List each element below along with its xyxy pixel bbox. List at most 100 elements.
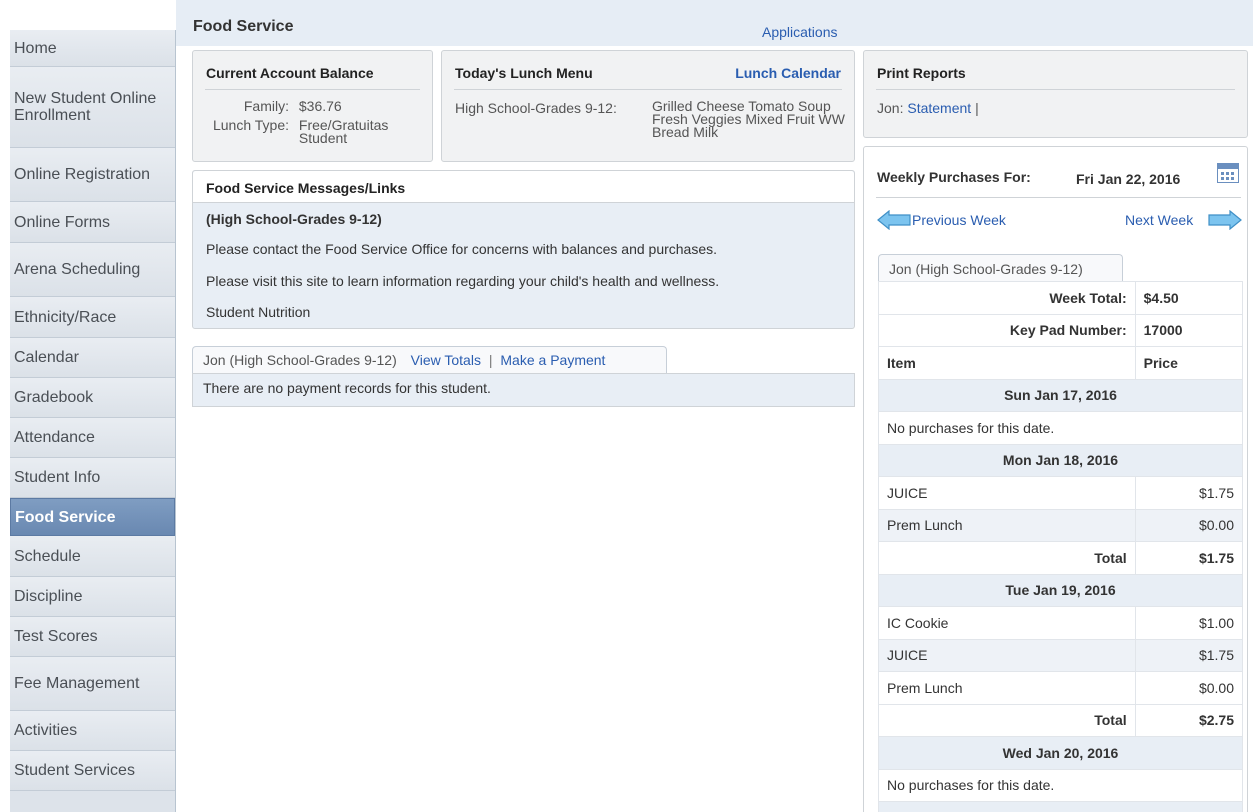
purchase-date: Tue Jan 19, 2016	[878, 573, 1243, 607]
lunch-calendar-link[interactable]: Lunch Calendar	[735, 65, 841, 81]
account-balance-panel: Current Account Balance Family: $36.76 L…	[192, 50, 433, 162]
make-payment-link[interactable]: Make a Payment	[500, 352, 605, 368]
sidebar-item-activities[interactable]: Activities	[10, 711, 175, 751]
date-row: Thu Jan 21, 2016	[878, 801, 1243, 812]
sidebar-item-label: Fee Management	[14, 675, 140, 692]
item-price: $0.00	[1134, 508, 1244, 542]
item-name: JUICE	[878, 476, 1136, 510]
week-total-row: Week Total: $4.50	[878, 281, 1244, 315]
sidebar-item-attendance[interactable]: Attendance	[10, 418, 175, 458]
item-price: $0.00	[1134, 671, 1244, 705]
week-total-value: $4.50	[1134, 281, 1244, 315]
date-row: Tue Jan 19, 2016	[878, 573, 1243, 607]
messages-grade: (High School-Grades 9-12)	[206, 211, 382, 227]
sidebar-item-label: Online Forms	[14, 213, 111, 231]
purchases-header-row: Item Price	[878, 346, 1244, 380]
calendar-icon[interactable]	[1217, 163, 1239, 183]
sidebar-item-online-forms[interactable]: Online Forms	[10, 202, 175, 243]
print-reports-line: Jon: Statement |	[877, 100, 979, 116]
sidebar-item-ethnicity-race[interactable]: Ethnicity/Race	[10, 297, 175, 338]
sidebar-item-gradebook[interactable]: Gradebook	[10, 378, 175, 418]
lunch-grade: High School-Grades 9-12:	[455, 100, 617, 116]
sidebar-item-online-registration[interactable]: Online Registration	[10, 148, 175, 202]
sidebar-nav: Home New Student Online Enrollment Online …	[10, 30, 176, 812]
item-price: $1.75	[1134, 638, 1244, 672]
no-payment-records: There are no payment records for this st…	[192, 373, 855, 407]
no-purchases-text: No purchases for this date.	[878, 411, 1243, 445]
sidebar-item-label: Gradebook	[14, 389, 94, 406]
date-row: Mon Jan 18, 2016	[878, 443, 1243, 477]
purchase-date: Sun Jan 17, 2016	[878, 378, 1243, 412]
next-week-arrow-icon[interactable]	[1208, 210, 1242, 230]
day-total-label: Total	[878, 703, 1136, 737]
week-total-label: Week Total:	[878, 281, 1136, 315]
day-total-row: Total $2.75	[878, 703, 1244, 737]
keypad-label: Key Pad Number:	[878, 313, 1136, 347]
table-row: Prem Lunch $0.00	[878, 671, 1244, 705]
family-label: Family:	[243, 98, 289, 114]
applications-link[interactable]: Applications	[762, 24, 838, 40]
next-week-link[interactable]: Next Week	[1125, 212, 1193, 228]
sidebar-item-calendar[interactable]: Calendar	[10, 338, 175, 378]
separator: |	[975, 100, 979, 116]
table-row: JUICE $1.75	[878, 476, 1244, 510]
message-line: Please visit this site to learn informat…	[206, 273, 720, 289]
date-row: Sun Jan 17, 2016	[878, 378, 1243, 412]
sidebar-item-label: Activities	[14, 722, 78, 739]
student-tab-name: Jon (High School-Grades 9-12)	[203, 352, 397, 368]
student-tab[interactable]: Jon (High School-Grades 9-12) View Total…	[192, 346, 667, 373]
sidebar-item-fee-management[interactable]: Fee Management	[10, 657, 175, 711]
top-bar	[176, 0, 1253, 46]
divider	[876, 197, 1241, 198]
no-purchases-text: No purchases for this date.	[878, 768, 1243, 802]
column-header-item: Item	[878, 346, 1136, 380]
date-row: Wed Jan 20, 2016	[878, 736, 1243, 770]
keypad-value: 17000	[1134, 313, 1244, 347]
sidebar-item-student-info[interactable]: Student Info	[10, 458, 175, 498]
previous-week-link[interactable]: Previous Week	[912, 212, 1006, 228]
sidebar-item-new-student-online-enrollment[interactable]: New Student Online Enrollment	[10, 67, 175, 148]
sidebar-item-student-services[interactable]: Student Services	[10, 751, 175, 791]
previous-week-arrow-icon[interactable]	[877, 210, 911, 230]
messages-panel: Food Service Messages/Links (High School…	[192, 170, 855, 329]
purchases-table: Week Total: $4.50 Key Pad Number: 17000 Item…	[878, 281, 1244, 812]
statement-link[interactable]: Statement	[907, 100, 971, 116]
purchase-date: Thu Jan 21, 2016	[878, 801, 1243, 812]
sidebar-item-label: Test Scores	[14, 628, 98, 645]
sidebar-item-label: Discipline	[14, 588, 83, 605]
lunch-items: Grilled Cheese Tomato Soup Fresh Veggies…	[652, 98, 845, 140]
sidebar-item-food-service[interactable]: Food Service	[10, 498, 175, 536]
sidebar-item-discipline[interactable]: Discipline	[10, 577, 175, 617]
family-balance-row: Family: $36.76	[193, 98, 393, 114]
item-name: IC Cookie	[878, 606, 1136, 640]
day-total-row: Total $1.75	[878, 541, 1244, 575]
table-row: JUICE $1.75	[878, 638, 1244, 672]
sidebar-item-label: Ethnicity/Race	[14, 308, 117, 326]
lunch-type-value: Free/Gratuitas Student	[298, 117, 389, 146]
separator: |	[488, 352, 493, 368]
divider	[876, 89, 1235, 90]
keypad-row: Key Pad Number: 17000	[878, 313, 1244, 347]
weekly-student-tab[interactable]: Jon (High School-Grades 9-12)	[878, 254, 1123, 281]
sidebar-item-schedule[interactable]: Schedule	[10, 536, 175, 577]
sidebar-item-label: Food Service	[15, 508, 116, 526]
print-reports-panel: Print Reports Jon: Statement |	[863, 50, 1248, 138]
student-nutrition-link[interactable]: Student Nutrition	[206, 304, 310, 320]
table-row: Prem Lunch $0.00	[878, 508, 1244, 542]
view-totals-link[interactable]: View Totals	[411, 352, 481, 368]
message-line: Please contact the Food Service Office f…	[206, 241, 718, 257]
sidebar-item-label: Arena Scheduling	[14, 261, 141, 278]
lunch-type-label: Lunch Type:	[212, 117, 289, 133]
no-purchases-row: No purchases for this date.	[878, 411, 1243, 445]
print-reports-title: Print Reports	[877, 65, 966, 81]
item-name: Prem Lunch	[878, 671, 1136, 705]
divider	[205, 89, 420, 90]
lunch-menu-panel: Today's Lunch Menu Lunch Calendar High S…	[441, 50, 855, 162]
sidebar-item-label: Calendar	[14, 349, 79, 366]
item-name: JUICE	[878, 638, 1136, 672]
lunch-menu-title: Today's Lunch Menu	[455, 65, 593, 81]
sidebar-item-home[interactable]: Home	[10, 30, 175, 67]
sidebar-item-test-scores[interactable]: Test Scores	[10, 617, 175, 657]
sidebar-item-arena-scheduling[interactable]: Arena Scheduling	[10, 243, 175, 297]
day-total-value: $2.75	[1134, 703, 1244, 737]
